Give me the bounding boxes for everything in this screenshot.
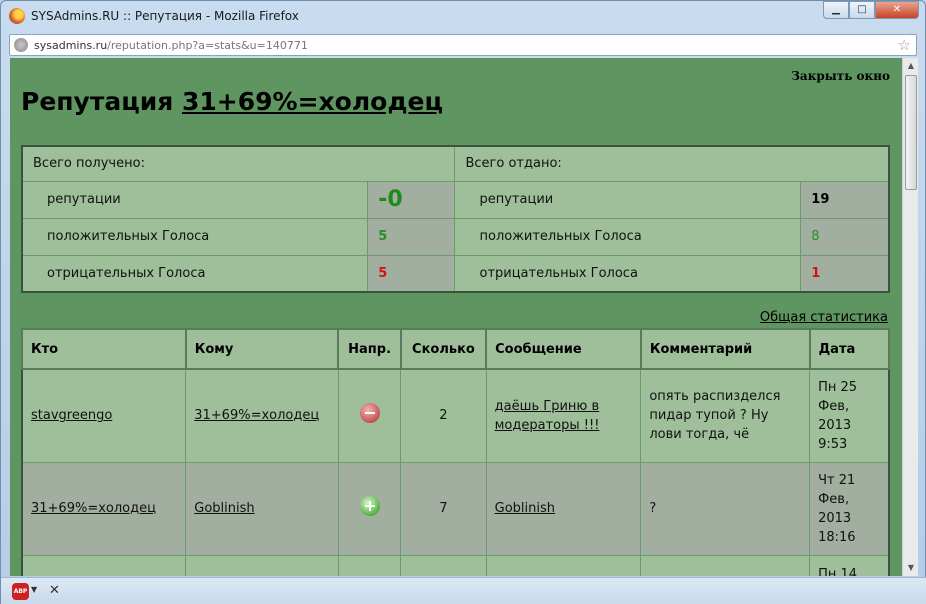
voter-link[interactable]: stavgreengo	[31, 408, 112, 423]
close-window-button[interactable]: ✕	[875, 1, 919, 19]
vote-comment: опять распизделся пидар тупой ? Ну лови …	[640, 368, 811, 463]
given-negative-value: 1	[800, 254, 890, 293]
recipient-link[interactable]: Goblinish	[194, 501, 254, 516]
vote-comment: ?	[640, 461, 811, 556]
given-header: Всего отдано:	[454, 145, 890, 182]
vote-date: Пн 14	[809, 554, 890, 576]
vertical-scrollbar[interactable]: ▲ ▼	[902, 58, 918, 576]
title-bar: SYSAdmins.RU :: Репутация - Mozilla Fire…	[1, 1, 925, 31]
url-text[interactable]: sysadmins.ru/reputation.php?a=stats&u=14…	[34, 39, 308, 52]
page-title-username[interactable]: 31+69%=холодец	[182, 87, 443, 116]
scroll-down-arrow-icon[interactable]: ▼	[903, 560, 919, 576]
given-positive-value: 8	[800, 217, 890, 256]
page-title-prefix: Репутация	[21, 87, 183, 116]
received-negative-value: 5	[367, 254, 456, 293]
summary-label: репутации	[454, 180, 802, 219]
bookmark-star-icon[interactable]: ☆	[898, 36, 911, 54]
summary-label: положительных Голоса	[21, 217, 369, 256]
site-identity-icon[interactable]	[14, 38, 28, 52]
vote-amount: 7	[400, 461, 487, 556]
minimize-button[interactable]: ▁	[823, 1, 849, 19]
col-header-direction: Напр.	[337, 328, 402, 370]
window-title: SYSAdmins.RU :: Репутация - Mozilla Fire…	[31, 9, 299, 23]
close-window-link[interactable]: Закрыть окно	[791, 69, 890, 83]
adblock-plus-icon[interactable]: ABP	[12, 583, 29, 600]
summary-label: репутации	[21, 180, 369, 219]
col-header-comment: Комментарий	[639, 328, 811, 370]
minus-icon	[359, 402, 380, 423]
received-positive-value: 5	[367, 217, 456, 256]
table-row: 31+69%=холодец Goblinish 7 Goblinish ? Ч…	[21, 461, 890, 556]
general-stats-link[interactable]: Общая статистика	[760, 310, 888, 325]
vote-date: Пн 25 Фев, 2013 9:53	[809, 368, 890, 463]
summary-label: положительных Голоса	[454, 217, 802, 256]
address-bar[interactable]: sysadmins.ru/reputation.php?a=stats&u=14…	[9, 34, 917, 56]
page-title: Репутация 31+69%=холодец	[21, 87, 443, 116]
table-row: stavgreengo 31+69%=холодец 2 даёшь Гриню…	[21, 368, 890, 463]
url-path: /reputation.php?a=stats&u=140771	[107, 39, 308, 52]
maximize-button[interactable]: □	[849, 1, 875, 19]
status-bar: ABP ▼ ✕	[1, 577, 926, 604]
table-row: Пн 14	[21, 554, 890, 576]
window-controls: ▁ □ ✕	[823, 1, 919, 19]
votes-header-row: Кто Кому Напр. Сколько Сообщение Коммент…	[21, 328, 891, 370]
col-header-who: Кто	[21, 328, 187, 370]
close-statusbar-icon[interactable]: ✕	[49, 583, 60, 598]
recipient-link[interactable]: 31+69%=холодец	[194, 408, 319, 423]
scroll-up-arrow-icon[interactable]: ▲	[903, 58, 919, 74]
browser-window: SYSAdmins.RU :: Репутация - Mozilla Fire…	[0, 0, 926, 604]
page-content: Закрыть окно Репутация 31+69%=холодец Вс…	[10, 58, 902, 576]
col-header-message: Сообщение	[485, 328, 642, 370]
received-reputation-value: -0	[367, 180, 456, 219]
adblock-menu-arrow-icon[interactable]: ▼	[31, 585, 37, 594]
col-header-date: Дата	[808, 328, 891, 370]
reputation-summary-table: Всего получено: Всего отдано: репутации …	[21, 145, 890, 293]
vote-date: Чт 21 Фев, 2013 18:16	[809, 461, 890, 556]
summary-label: отрицательных Голоса	[454, 254, 802, 293]
received-header: Всего получено:	[21, 145, 456, 182]
message-link[interactable]: даёшь Гриню в модераторы !!!	[495, 399, 600, 433]
vote-amount: 2	[400, 368, 487, 463]
url-domain: sysadmins.ru	[34, 39, 108, 52]
votes-table: Кто Кому Напр. Сколько Сообщение Коммент…	[21, 328, 891, 576]
plus-icon	[359, 495, 380, 516]
scrollbar-thumb[interactable]	[905, 75, 917, 190]
voter-link[interactable]: 31+69%=холодец	[31, 501, 156, 516]
summary-label: отрицательных Голоса	[21, 254, 369, 293]
col-header-amount: Сколько	[399, 328, 488, 370]
given-reputation-value: 19	[800, 180, 890, 219]
firefox-icon	[9, 8, 25, 24]
col-header-to: Кому	[184, 328, 340, 370]
message-link[interactable]: Goblinish	[495, 501, 555, 516]
